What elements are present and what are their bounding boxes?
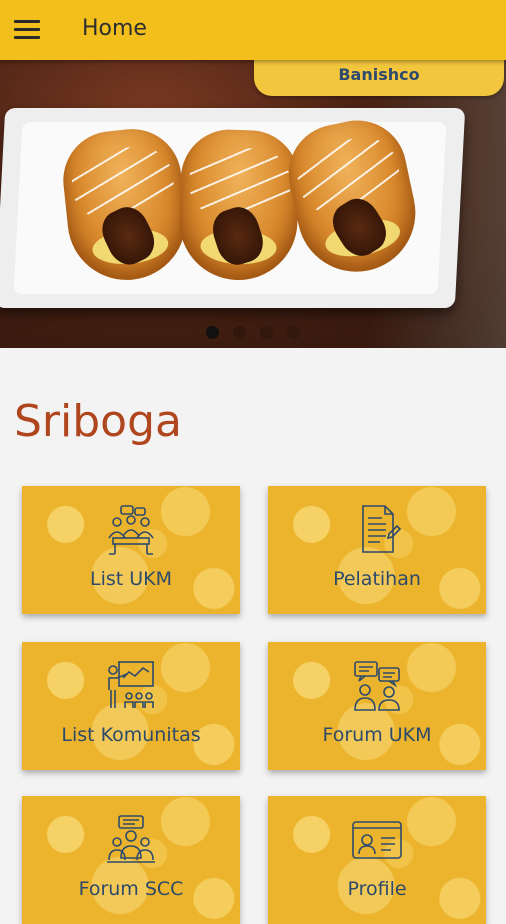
page-title: Home [82,16,147,41]
carousel-dot[interactable] [233,326,246,339]
section-title: Sriboga [14,396,182,447]
slide-caption: Banishco [254,60,504,96]
tile-label: List Komunitas [61,724,201,746]
document-icon [362,505,402,553]
pastry-image [177,127,301,283]
app-bar: Home [0,0,506,60]
list-komunitas-tile[interactable]: List Komunitas [22,642,240,770]
forum-ukm-tile[interactable]: Forum UKM [268,642,486,770]
presentation-icon [108,661,154,708]
id-card-icon [352,821,402,859]
carousel-indicators [0,324,506,343]
meeting-group-icon [108,505,154,555]
carousel-dot[interactable] [287,326,300,339]
carousel-dot[interactable] [260,326,273,339]
tile-label: Pelatihan [333,568,421,590]
tile-label: List UKM [89,568,172,590]
chat-people-icon [354,661,400,711]
hamburger-menu-icon[interactable] [12,17,42,43]
carousel-dot[interactable] [206,326,219,339]
image-carousel[interactable]: Banishco [0,60,506,348]
profile-tile[interactable]: Profile [268,796,486,924]
forum-scc-tile[interactable]: Forum SCC [22,796,240,924]
group-talk-icon [107,815,155,863]
pelatihan-tile[interactable]: Pelatihan [268,486,486,614]
tile-label: Forum SCC [78,878,184,900]
list-ukm-tile[interactable]: List UKM [22,486,240,614]
tile-label: Forum UKM [322,724,432,746]
tile-label: Profile [347,878,407,900]
